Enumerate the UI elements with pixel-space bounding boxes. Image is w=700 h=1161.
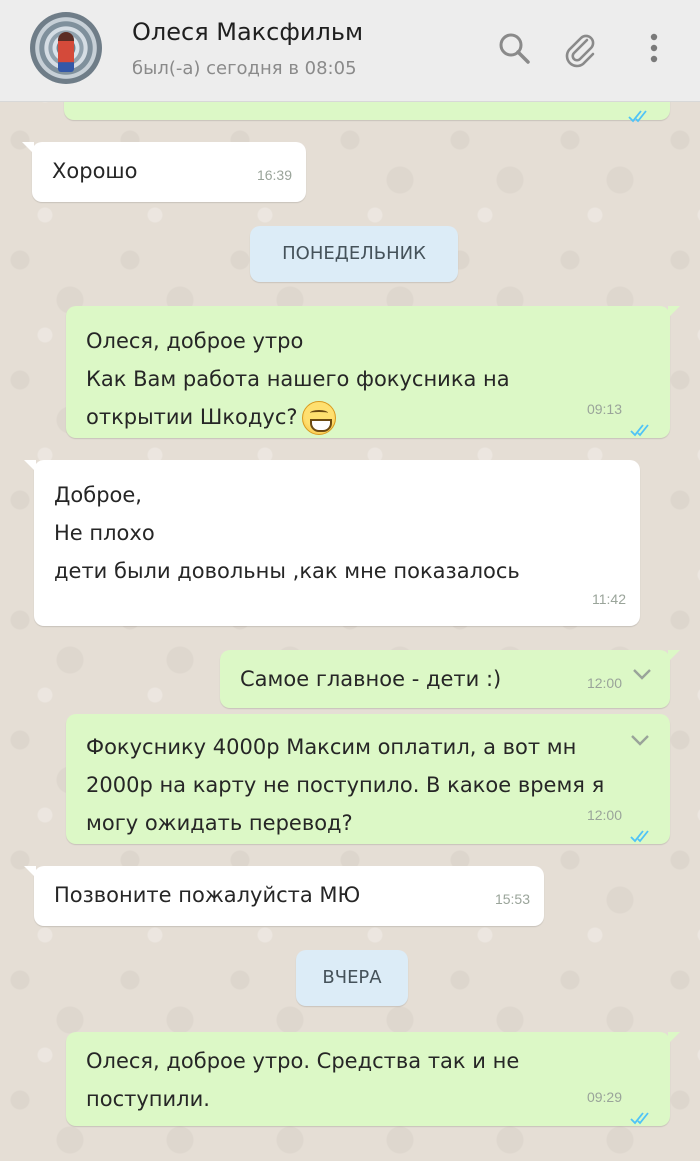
- avatar[interactable]: [30, 12, 102, 84]
- message-time: 09:29: [586, 1089, 622, 1105]
- bubble-tail: [22, 142, 34, 154]
- message-text: Доброе, Не плохо дети были довольны ,как…: [54, 483, 520, 583]
- message-bubble-incoming[interactable]: Позвоните пожалуйста МЮ 15:53: [24, 866, 544, 926]
- message-time: 12:00: [586, 807, 622, 823]
- message-text: Олеся, доброе утро Как Вам работа нашего…: [86, 322, 510, 436]
- contact-name[interactable]: Олеся Максфильм: [132, 18, 363, 46]
- attach-icon[interactable]: [560, 28, 600, 68]
- message-bubble-outgoing[interactable]: Самое главное - дети :) 12:00: [220, 650, 680, 708]
- avatar-figure: [58, 32, 74, 72]
- message-bubble-outgoing[interactable]: Фокуснику 4000р Максим оплатил, а вот мн…: [66, 714, 670, 844]
- bubble-tail: [668, 1032, 680, 1044]
- message-time: 15:53: [494, 891, 530, 907]
- chat-header: Олеся Максфильм был(-а) сегодня в 08:05: [0, 0, 700, 102]
- read-ticks-icon: [630, 1100, 654, 1125]
- bubble-tail: [668, 650, 680, 662]
- message-text-content: Олеся, доброе утро Как Вам работа нашего…: [86, 329, 510, 429]
- message-time: 11:42: [592, 591, 626, 607]
- read-ticks-icon: [630, 412, 654, 437]
- contact-status: был(-а) сегодня в 08:05: [132, 58, 357, 79]
- date-separator: ВЧЕРА: [296, 950, 408, 1006]
- message-text: Олеся, доброе утро. Средства так и не по…: [86, 1049, 520, 1111]
- message-text: Самое главное - дети :): [240, 667, 502, 691]
- message-bubble-outgoing[interactable]: Олеся, доброе утро. Средства так и не по…: [66, 1032, 680, 1126]
- bubble-tail: [668, 306, 680, 318]
- bubble-tail: [24, 460, 36, 472]
- search-icon[interactable]: [494, 28, 534, 68]
- message-bubble-incoming[interactable]: Доброе, Не плохо дети были довольны ,как…: [24, 460, 640, 626]
- bubble-tail: [24, 866, 36, 878]
- date-separator: ПОНЕДЕЛЬНИК: [250, 226, 458, 282]
- grinning-face-icon: [301, 401, 336, 435]
- message-bubble-outgoing[interactable]: Олеся, доброе утро Как Вам работа нашего…: [66, 306, 680, 438]
- message-time: 16:39: [256, 167, 292, 183]
- message-text: Позвоните пожалуйста МЮ: [54, 883, 361, 907]
- more-icon[interactable]: [634, 28, 674, 68]
- message-time: 12:00: [586, 675, 622, 691]
- read-ticks-icon: [630, 818, 654, 843]
- chevron-down-icon[interactable]: [630, 660, 654, 684]
- message-text: Фокуснику 4000р Максим оплатил, а вот мн…: [86, 735, 605, 835]
- chevron-down-icon[interactable]: [628, 726, 652, 750]
- message-time: 09:13: [586, 401, 622, 417]
- message-bubble-incoming[interactable]: Хорошо 16:39: [22, 142, 306, 202]
- message-text: Хорошо: [52, 159, 138, 183]
